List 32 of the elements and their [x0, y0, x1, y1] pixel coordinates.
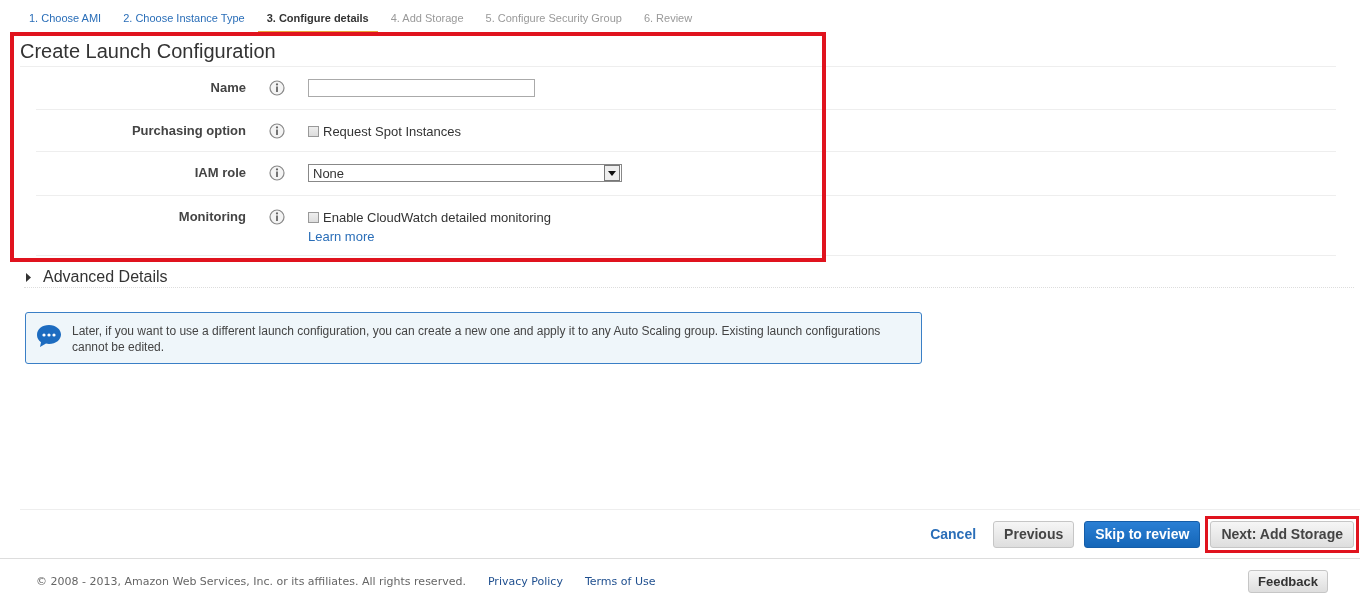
- section-toggle[interactable]: Advanced Details: [43, 268, 168, 286]
- name-input[interactable]: [308, 79, 535, 97]
- checkbox-label: Enable CloudWatch detailed monitoring: [323, 210, 551, 225]
- footer-link[interactable]: Terms of Use: [584, 575, 656, 588]
- field-label: Name: [209, 79, 246, 95]
- wizard-step-tab[interactable]: 2. Choose Instance Type: [114, 12, 254, 31]
- info-icon[interactable]: [269, 123, 285, 139]
- copyright-text: © 2008 - 2013, Amazon Web Services, Inc. or its affiliates. All rights reserved.: [36, 575, 466, 588]
- wizard-step-tab[interactable]: 1. Choose AMI: [20, 12, 111, 31]
- cancel-link[interactable]: Cancel: [930, 526, 977, 542]
- checkbox[interactable]: [308, 126, 319, 137]
- field-label: Monitoring: [177, 208, 246, 224]
- wizard-button[interactable]: Skip to review: [1084, 520, 1201, 548]
- checkbox-label: Request Spot Instances: [323, 124, 462, 139]
- field-label: IAM role: [193, 164, 246, 180]
- info-icon[interactable]: [269, 165, 285, 181]
- field-label: Purchasing option: [130, 122, 246, 138]
- checkbox[interactable]: [308, 212, 319, 223]
- caret-icon: [608, 170, 616, 176]
- expand-icon[interactable]: [24, 272, 33, 282]
- info-icon[interactable]: [269, 209, 285, 225]
- wizard-button[interactable]: Next: Add Storage: [1210, 520, 1354, 548]
- wizard-button[interactable]: Previous: [993, 520, 1075, 548]
- role-dropdown[interactable]: None: [308, 164, 622, 182]
- info-icon[interactable]: [269, 80, 285, 96]
- page-title: Create Launch Configuration: [20, 32, 1336, 67]
- footer-link[interactable]: Privacy Policy: [487, 575, 563, 588]
- info-message: Later, if you want to use a different launch configuration, you can create a new one and apply it to any Auto Scaling group. Existing launch configurations cannot be edited.: [72, 323, 882, 355]
- chat-bubble-icon: [36, 324, 62, 348]
- wizard-step-tab[interactable]: 3. Configure details: [257, 12, 378, 33]
- feedback-button[interactable]: Feedback: [1248, 570, 1328, 593]
- learn-more-link[interactable]: Learn more: [308, 229, 551, 244]
